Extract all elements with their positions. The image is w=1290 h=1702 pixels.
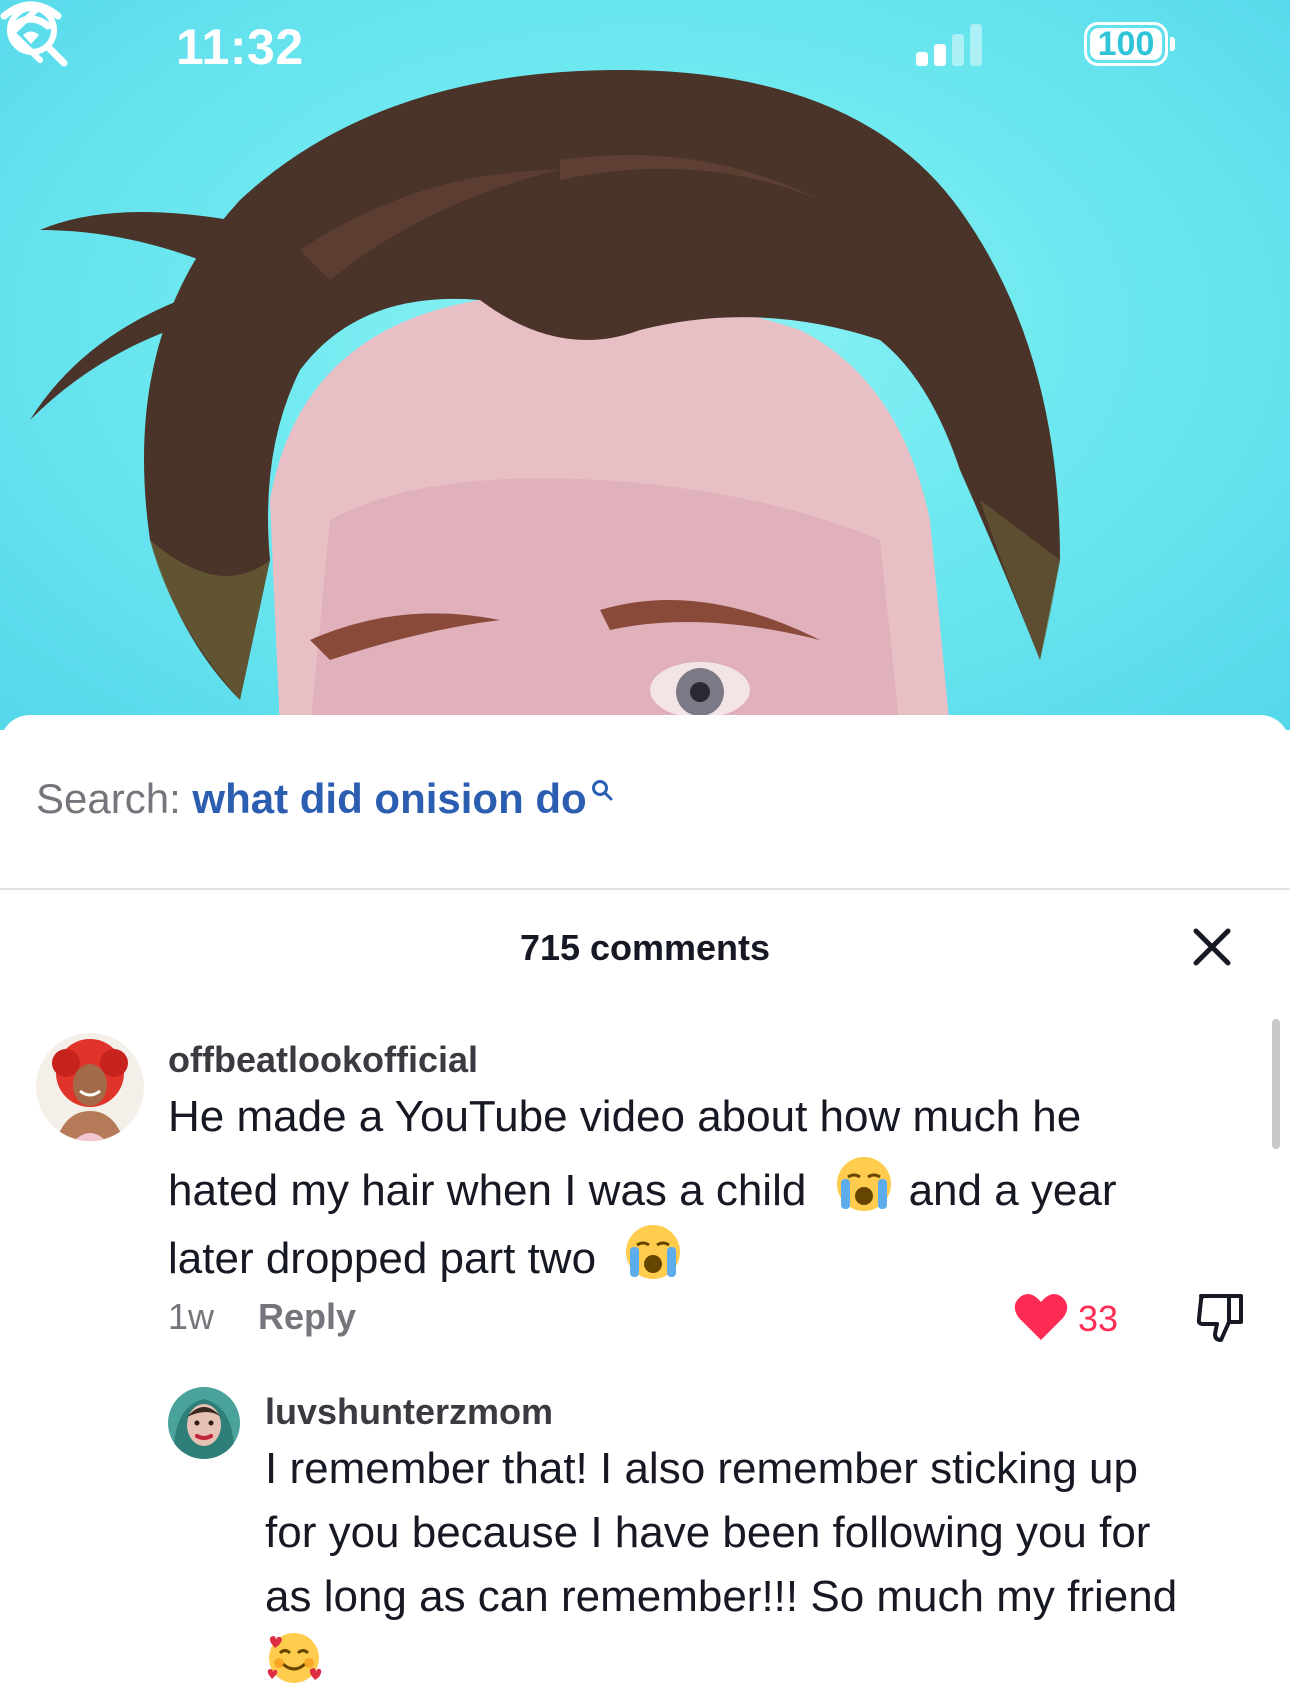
video-image <box>30 70 1060 730</box>
search-small-icon <box>591 780 613 801</box>
comments-sheet: Search: what did onision do 715 comments… <box>0 715 1290 1702</box>
search-suggestion[interactable]: Search: what did onision do <box>36 775 613 823</box>
reply-button[interactable]: Reply <box>258 1296 356 1338</box>
comments-count: 715 comments <box>519 927 771 968</box>
close-icon[interactable] <box>1190 925 1234 969</box>
search-prefix: Search: <box>36 775 181 822</box>
comment-line-group: later dropped part two <box>168 1223 1248 1291</box>
cellular-signal-icon <box>916 22 984 66</box>
comment-body: He made a YouTube video about how much h… <box>168 1085 1248 1291</box>
battery-icon: 100 <box>1084 22 1168 66</box>
comment-line: I remember that! I also remember stickin… <box>265 1444 1138 1493</box>
comment-username[interactable]: offbeatlookofficial <box>168 1039 478 1081</box>
comment-line-group: hated my hair when I was a child and a y… <box>168 1155 1248 1223</box>
heart-icon[interactable] <box>1014 1292 1068 1342</box>
comment-line: hated my hair when I was a child <box>168 1166 807 1215</box>
comment-username[interactable]: luvshunterzmom <box>265 1391 553 1433</box>
search-icon[interactable] <box>0 0 72 72</box>
comment-line: later dropped part two <box>168 1234 597 1283</box>
divider <box>0 888 1290 890</box>
video-frame[interactable]: 11:32 100 <box>0 0 1290 730</box>
comment-line-group <box>265 1629 1265 1697</box>
avatar[interactable] <box>36 1033 144 1141</box>
crying-emoji-icon <box>626 1225 681 1279</box>
like-count: 33 <box>1078 1298 1119 1339</box>
crying-emoji-icon <box>836 1157 891 1211</box>
comment-timestamp: 1w <box>168 1296 215 1337</box>
smiling-hearts-emoji-icon <box>267 1633 322 1683</box>
comment-line: as long as can remember!!! So much my fr… <box>265 1572 1178 1621</box>
comment-line: He made a YouTube video about how much h… <box>168 1092 1082 1141</box>
thumbs-down-icon[interactable] <box>1195 1292 1245 1344</box>
battery-level: 100 <box>1097 24 1155 63</box>
status-time: 11:32 <box>176 19 304 75</box>
comment-line: and a year <box>908 1166 1117 1215</box>
avatar[interactable] <box>168 1387 240 1459</box>
scrollbar[interactable] <box>1272 1019 1280 1149</box>
comment-line: for you because I have been following yo… <box>265 1508 1151 1557</box>
search-query-link[interactable]: what did onision do <box>192 775 586 822</box>
battery-cap <box>1170 37 1175 51</box>
comment-body: I remember that! I also remember stickin… <box>265 1437 1265 1697</box>
